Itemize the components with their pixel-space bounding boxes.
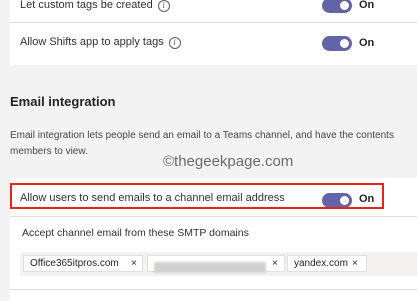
custom-tags-row: Let custom tags be created i On [10, 0, 417, 23]
divider [10, 289, 417, 290]
toggle-knob [340, 39, 349, 48]
smtp-domains-label: Accept channel email from these SMTP dom… [22, 227, 249, 239]
remove-domain-icon[interactable]: × [272, 256, 278, 271]
domain-chip: Office365itpros.com × [23, 255, 143, 272]
redacted-domain [154, 262, 266, 273]
shifts-tags-toggle[interactable] [322, 36, 352, 51]
tags-settings-card: Let custom tags be created i On Allow Shi… [10, 0, 417, 65]
section-title: Email integration [10, 94, 116, 109]
domain-chip: × [147, 255, 285, 273]
custom-tags-toggle-state: On [359, 0, 375, 11]
toggle-knob [340, 1, 349, 10]
shifts-tags-toggle-state: On [359, 37, 375, 49]
domain-chip-label: Office365itpros.com [30, 258, 119, 269]
domain-chip: yandex.com × [287, 255, 367, 272]
highlight-box [10, 183, 384, 209]
domain-chip-label: yandex.com [294, 258, 348, 269]
shifts-tags-label: Allow Shifts app to apply tags i [20, 36, 181, 49]
custom-tags-toggle[interactable] [322, 0, 352, 13]
watermark: ©thegeekpage.com [163, 153, 294, 170]
section-description-line1: Email integration lets people send an em… [10, 130, 394, 141]
smtp-domains-input[interactable]: Office365itpros.com × × yandex.com × [20, 252, 417, 276]
remove-domain-icon[interactable]: × [352, 256, 358, 271]
shifts-tags-row: Allow Shifts app to apply tags i On [10, 29, 417, 59]
info-icon[interactable]: i [157, 0, 170, 12]
remove-domain-icon[interactable]: × [131, 256, 137, 271]
info-icon[interactable]: i [168, 37, 181, 49]
custom-tags-label: Let custom tags be created i [20, 0, 170, 12]
